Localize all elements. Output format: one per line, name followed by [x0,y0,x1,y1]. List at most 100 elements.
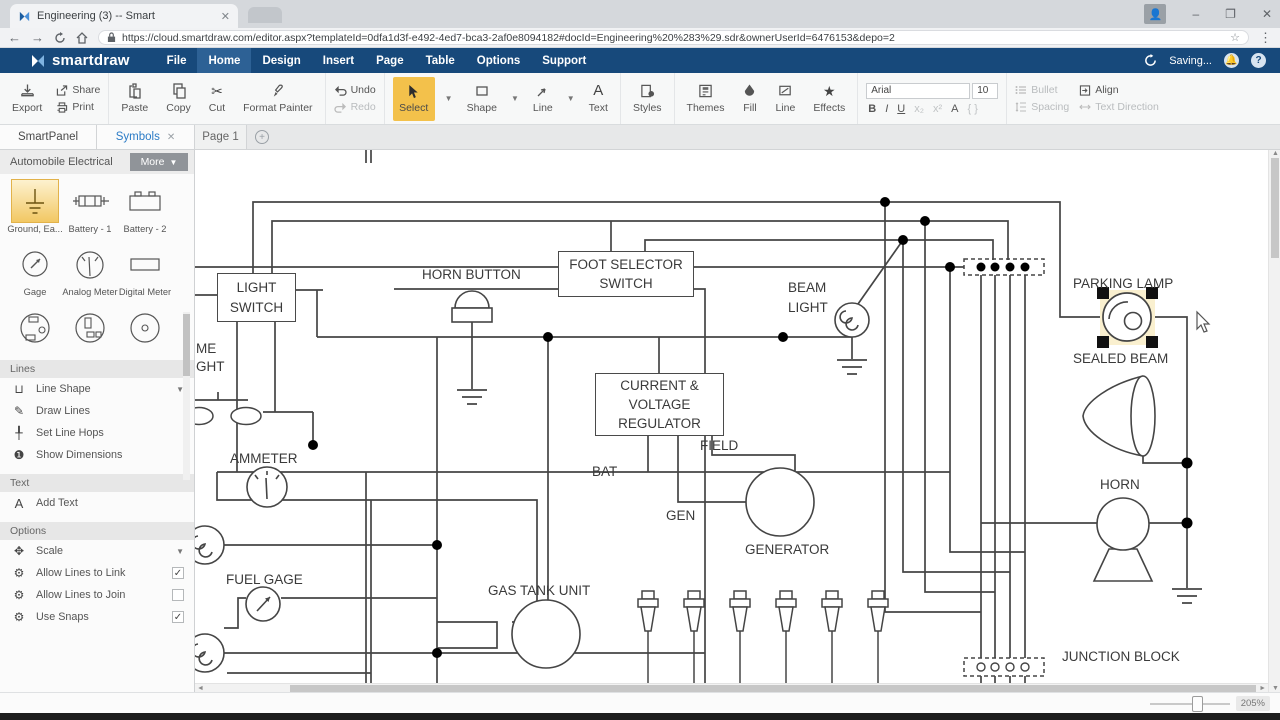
checkbox-checked-icon[interactable]: ✓ [172,567,184,579]
line-tool-button[interactable]: Line [529,81,557,116]
effects-button[interactable]: ★Effects [809,81,849,116]
bullet-button[interactable]: Bullet [1015,84,1069,96]
horn-button-symbol[interactable] [452,291,492,322]
beam-light-label[interactable]: BEAM LIGHT [788,278,852,319]
checkbox-unchecked-icon[interactable] [172,589,184,601]
new-tab-button[interactable] [248,7,282,23]
line-style-button[interactable]: Line [771,81,799,116]
bat-label[interactable]: BAT [592,464,617,479]
light-switch-label[interactable]: LIGHT SWITCH [217,273,296,322]
draw-lines-item[interactable]: ✎Draw Lines [0,400,194,422]
shape-tool-button[interactable]: Shape [463,81,501,116]
symbol-battery-2[interactable]: Battery - 2 [120,180,170,237]
menu-support[interactable]: Support [531,48,597,73]
horizontal-scrollbar[interactable]: ◄ ► [195,683,1268,692]
menu-insert[interactable]: Insert [312,48,365,73]
font-name-input[interactable]: Arial [866,83,970,99]
themes-button[interactable]: Themes [683,81,729,116]
address-bar[interactable]: https://cloud.smartdraw.com/editor.aspx?… [98,30,1249,45]
add-text-item[interactable]: AAdd Text [0,492,194,514]
foot-selector-label[interactable]: FOOT SELECTOR SWITCH [558,251,694,297]
forward-icon[interactable]: → [31,31,44,44]
select-dropdown-icon[interactable]: ▼ [445,94,453,103]
horn-symbol[interactable] [1094,498,1152,581]
generator-label[interactable]: GENERATOR [745,542,829,557]
ground-symbol[interactable] [837,360,867,374]
scroll-left-icon[interactable]: ◄ [197,685,204,692]
scroll-up-icon[interactable]: ▲ [1272,150,1279,157]
junction-block-label[interactable]: JUNCTION BLOCK [1062,649,1180,664]
styles-button[interactable]: Styles [629,81,666,116]
subscript-button[interactable]: x₂ [914,103,924,115]
line-dropdown-icon[interactable]: ▼ [567,94,575,103]
allow-lines-join-item[interactable]: ⚙Allow Lines to Join [0,584,194,606]
lamp-bulb-symbol[interactable] [195,526,224,564]
browser-profile-icon[interactable]: 👤 [1144,4,1166,24]
symbol-gage[interactable]: Gage [10,243,60,300]
fuel-gage-symbol[interactable] [246,587,280,621]
spark-plugs[interactable] [638,591,888,683]
help-icon[interactable]: ? [1251,53,1266,68]
menu-page[interactable]: Page [365,48,415,73]
copy-button[interactable]: Copy [162,81,195,116]
gas-tank-label[interactable]: GAS TANK UNIT [488,583,590,598]
window-minimize-icon[interactable]: – [1192,7,1199,21]
spacing-button[interactable]: Spacing [1015,101,1069,113]
set-line-hops-item[interactable]: ╀Set Line Hops [0,422,194,444]
add-page-icon[interactable]: + [255,130,269,144]
zoom-slider[interactable] [1150,703,1230,705]
menu-file[interactable]: File [156,48,198,73]
tab-page-1[interactable]: Page 1 [195,125,247,149]
horizontal-scrollbar-thumb[interactable] [290,685,1256,692]
align-button[interactable]: Align [1079,84,1159,96]
symbol-digital-meter[interactable]: Digital Meter [120,243,170,300]
bold-button[interactable]: B [868,103,876,115]
sealed-beam-symbol[interactable] [1083,376,1155,456]
vertical-scrollbar[interactable]: ▲ ▼ [1268,150,1280,692]
gas-tank-symbol[interactable] [512,600,580,668]
generator-symbol[interactable] [746,468,814,536]
back-icon[interactable]: ← [8,31,21,44]
window-restore-icon[interactable]: ❐ [1225,7,1236,21]
font-size-input[interactable]: 10 [972,83,998,99]
scroll-down-icon[interactable]: ▼ [1272,685,1279,692]
checkbox-checked-icon[interactable]: ✓ [172,611,184,623]
ammeter-symbol[interactable] [247,467,287,507]
drawing-canvas[interactable]: LIGHT SWITCH HORN BUTTON FOOT SELECTOR S… [195,150,1268,683]
smartdraw-logo[interactable]: smartdraw [0,48,156,73]
symbol-coil[interactable] [120,307,170,352]
line-shape-item[interactable]: ⊔Line Shape▼ [0,378,194,400]
parking-lamp-symbol-selected[interactable] [1097,287,1158,348]
tab-close-icon[interactable]: ✕ [221,10,230,23]
symbols-tab-close-icon[interactable]: ✕ [167,132,175,143]
dome-light-symbol[interactable] [195,408,261,425]
cut-button[interactable]: ✂Cut [205,81,229,116]
window-close-icon[interactable]: ✕ [1262,7,1272,21]
scale-item[interactable]: ✥Scale▼ [0,540,194,562]
show-dimensions-item[interactable]: ❶Show Dimensions [0,444,194,466]
use-snaps-item[interactable]: ⚙Use Snaps✓ [0,606,194,628]
menu-table[interactable]: Table [415,48,466,73]
print-button[interactable]: Print [56,101,100,113]
share-button[interactable]: Share [56,84,100,96]
paste-button[interactable]: Paste [117,81,152,116]
text-direction-button[interactable]: Text Direction [1079,101,1159,113]
panel-scrollbar[interactable] [183,312,190,480]
zoom-slider-handle[interactable] [1192,696,1203,712]
ground-symbol[interactable] [457,390,487,404]
regulator-label[interactable]: CURRENT & VOLTAGE REGULATOR [595,373,724,436]
allow-lines-link-item[interactable]: ⚙Allow Lines to Link✓ [0,562,194,584]
export-button[interactable]: Export [8,81,46,116]
text-tool-button[interactable]: AText [585,81,612,116]
symbol-distributor-1[interactable] [10,307,60,352]
redo-button[interactable]: Redo [334,101,376,113]
menu-home[interactable]: Home [197,48,251,73]
select-tool-button[interactable]: Select [393,77,435,121]
more-symbols-button[interactable]: More▼ [130,153,188,171]
browser-menu-icon[interactable]: ⋮ [1259,31,1272,44]
field-label[interactable]: FIELD [700,438,738,453]
fill-button[interactable]: Fill [738,81,761,116]
superscript-button[interactable]: x² [933,103,942,115]
notification-bell-icon[interactable]: 🔔 [1224,53,1239,68]
vertical-scrollbar-thumb[interactable] [1271,158,1279,258]
